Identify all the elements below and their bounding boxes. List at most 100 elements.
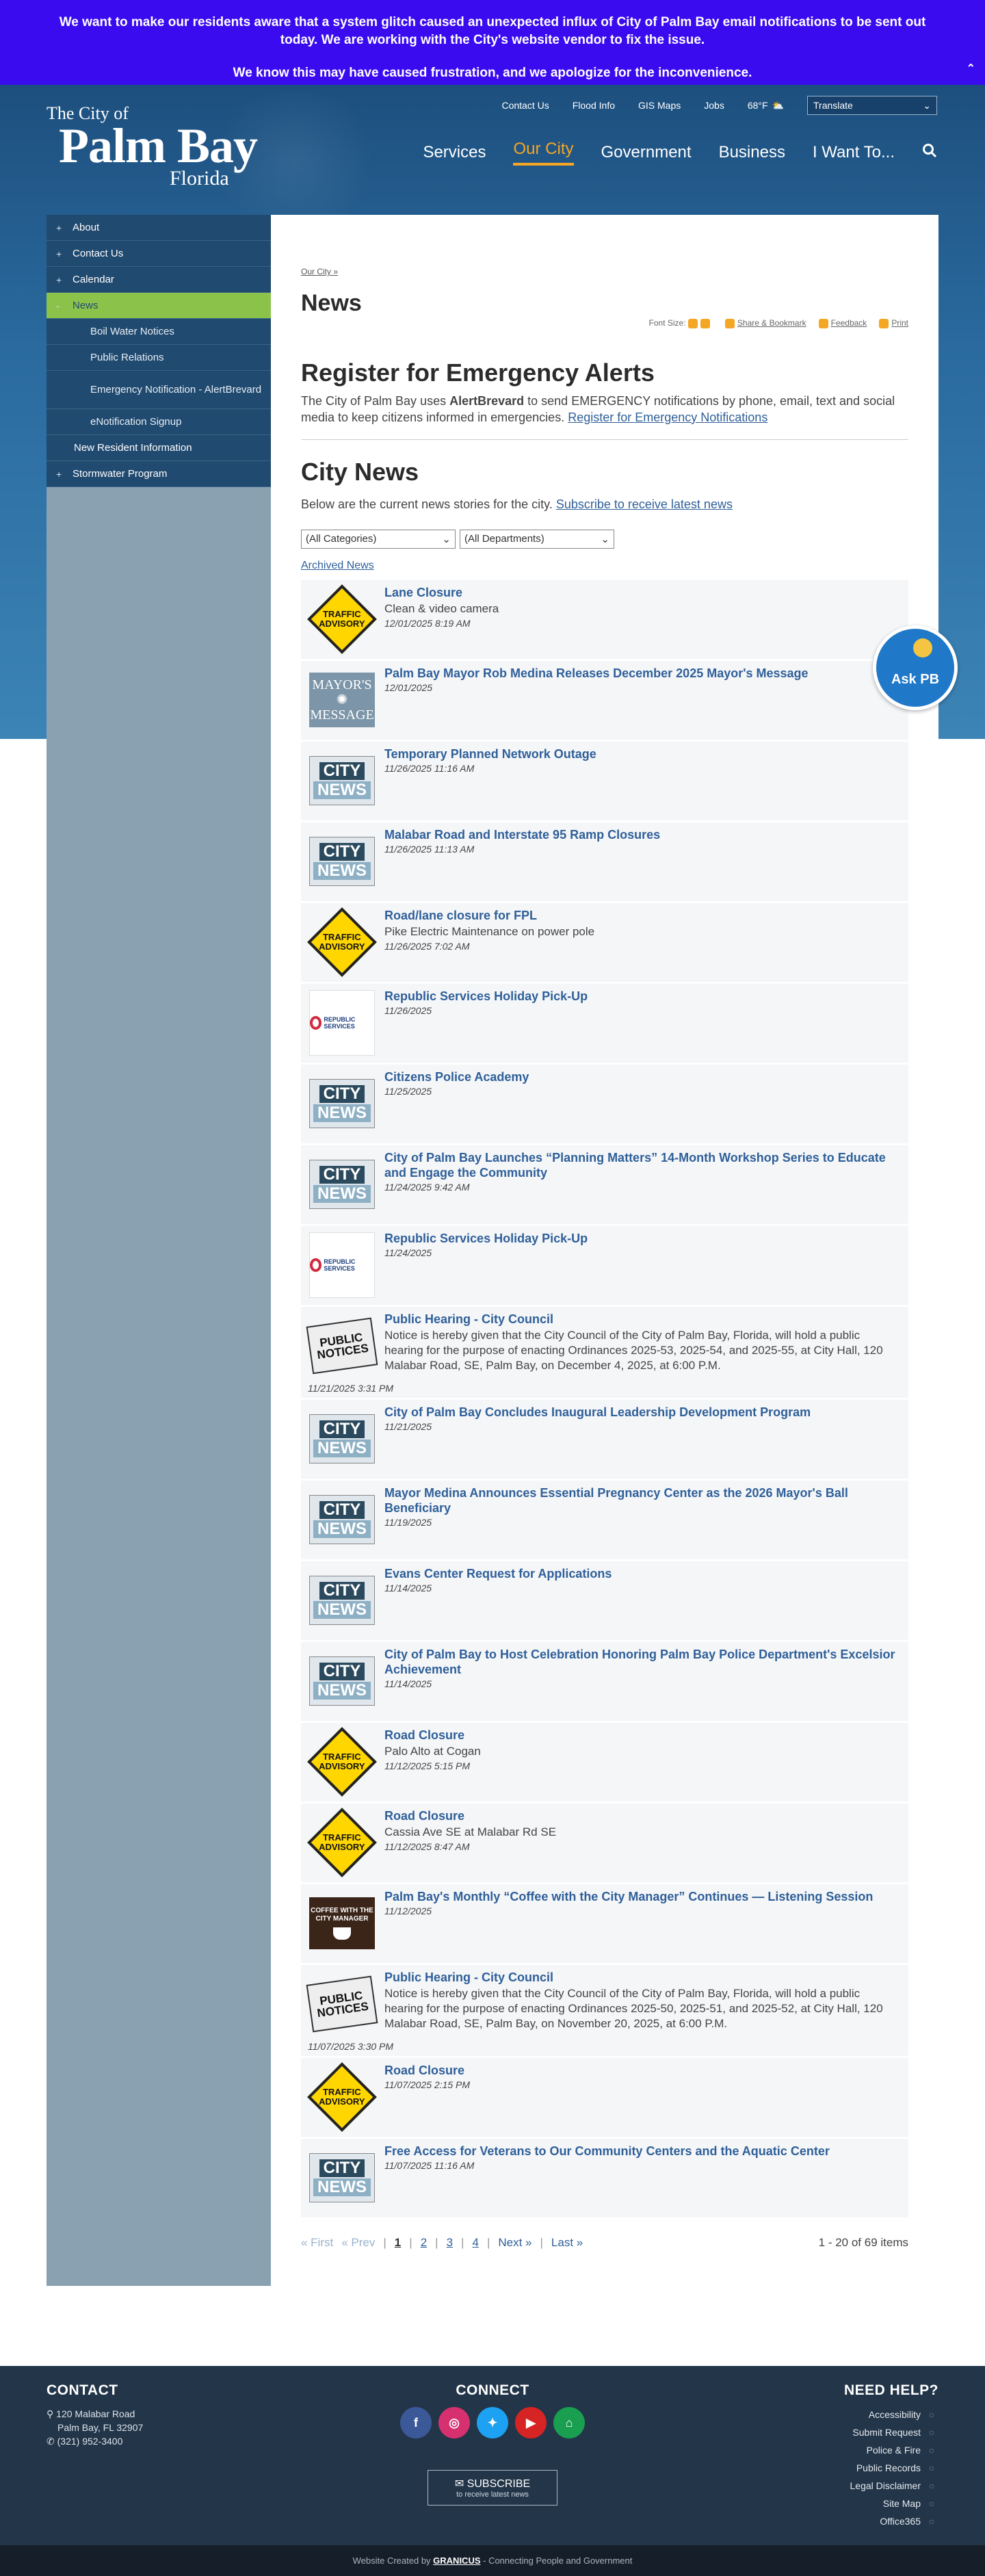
pager-last[interactable]: Last »	[551, 2236, 583, 2250]
sidebar-item-new-resident[interactable]: New Resident Information	[47, 435, 271, 461]
news-thumbnail[interactable]: CITY NEWS	[308, 1150, 376, 1219]
news-thumbnail[interactable]: CITY NEWS	[308, 1069, 376, 1138]
translate-select[interactable]: Translate ⌄	[807, 96, 937, 115]
help-link-accessibility[interactable]: Accessibility ○	[844, 2406, 938, 2423]
share-bookmark-link[interactable]: Share & Bookmark	[724, 318, 806, 328]
sidebar-item-news[interactable]: - News	[47, 293, 271, 319]
facebook-icon[interactable]: f	[400, 2407, 432, 2438]
help-link-label[interactable]: Legal Disclaimer	[850, 2480, 921, 2491]
news-thumbnail[interactable]: CITY NEWS	[308, 746, 376, 815]
nav-government[interactable]: Government	[601, 143, 692, 162]
news-item-title[interactable]: Free Access for Veterans to Our Communit…	[384, 2144, 902, 2159]
sidebar-item-about[interactable]: + About	[47, 215, 271, 241]
news-item-title[interactable]: Road Closure	[384, 1728, 902, 1743]
news-item-title[interactable]: Road Closure	[384, 2063, 902, 2078]
util-gis-maps[interactable]: GIS Maps	[638, 100, 681, 111]
nextdoor-icon[interactable]: ⌂	[553, 2407, 585, 2438]
news-item-title[interactable]: Malabar Road and Interstate 95 Ramp Clos…	[384, 827, 902, 842]
news-thumbnail[interactable]: CITY NEWS	[308, 1485, 376, 1554]
help-link-label[interactable]: Site Map	[883, 2498, 921, 2509]
expand-icon[interactable]: +	[56, 469, 73, 480]
pager-page-4[interactable]: 4	[472, 2236, 478, 2250]
category-select[interactable]: (All Categories) ⌄	[301, 529, 456, 549]
nav-services[interactable]: Services	[423, 143, 486, 162]
util-contact-us[interactable]: Contact Us	[501, 100, 549, 111]
news-item-title[interactable]: Citizens Police Academy	[384, 1069, 902, 1084]
search-icon[interactable]	[922, 143, 937, 163]
granicus-link[interactable]: GRANICUS	[433, 2555, 480, 2566]
footer-subscribe-button[interactable]: ✉ SUBSCRIBE to receive latest news	[428, 2470, 557, 2506]
pager-next[interactable]: Next »	[498, 2236, 531, 2250]
sidebar-item-emergency-notification[interactable]: Emergency Notification - AlertBrevard	[47, 371, 271, 409]
news-item-title[interactable]: Evans Center Request for Applications	[384, 1566, 902, 1581]
news-item-title[interactable]: City of Palm Bay to Host Celebration Hon…	[384, 1647, 902, 1677]
news-thumbnail[interactable]: REPUBLIC SERVICES	[308, 989, 376, 1057]
news-thumbnail[interactable]: CITY NEWS	[308, 1405, 376, 1473]
news-item-title[interactable]: City of Palm Bay Concludes Inaugural Lea…	[384, 1405, 902, 1420]
news-thumbnail[interactable]: CITY NEWS	[308, 827, 376, 896]
sidebar-item-enotification[interactable]: eNotification Signup	[47, 409, 271, 435]
sidebar-item-public-relations[interactable]: Public Relations	[47, 345, 271, 371]
feedback-link[interactable]: Feedback	[818, 318, 867, 328]
sidebar-item-contact-us[interactable]: + Contact Us	[47, 241, 271, 267]
news-thumbnail[interactable]: CITY NEWS	[308, 2144, 376, 2212]
youtube-icon[interactable]: ▶	[515, 2407, 547, 2438]
help-link-site-map[interactable]: Site Map ○	[844, 2495, 938, 2512]
news-item-title[interactable]: Palm Bay Mayor Rob Medina Releases Decem…	[384, 666, 902, 681]
pager-page-2[interactable]: 2	[421, 2236, 427, 2250]
help-link-police-fire[interactable]: Police & Fire ○	[844, 2441, 938, 2459]
help-link-submit-request[interactable]: Submit Request ○	[844, 2423, 938, 2441]
collapse-alert-icon[interactable]: ⌃	[967, 60, 975, 78]
help-link-label[interactable]: Submit Request	[852, 2427, 921, 2438]
help-link-label[interactable]: Police & Fire	[867, 2445, 921, 2456]
news-thumbnail[interactable]: TRAFFIC ADVISORY	[307, 2061, 377, 2132]
nav-i-want-to[interactable]: I Want To...	[813, 143, 895, 162]
news-item-title[interactable]: City of Palm Bay Launches “Planning Matt…	[384, 1150, 902, 1180]
breadcrumb-our-city[interactable]: Our City	[301, 267, 331, 276]
nav-our-city[interactable]: Our City	[513, 140, 574, 166]
news-thumbnail[interactable]: TRAFFIC ADVISORY	[307, 584, 377, 654]
expand-icon[interactable]: +	[56, 222, 73, 233]
news-item-title[interactable]: Republic Services Holiday Pick-Up	[384, 1231, 902, 1246]
news-thumbnail[interactable]: CITY NEWS	[308, 1647, 376, 1715]
news-thumbnail[interactable]: CITY NEWS	[308, 1566, 376, 1635]
help-link-label[interactable]: Public Records	[856, 2462, 921, 2473]
news-item-title[interactable]: Public Hearing - City Council	[384, 1312, 902, 1327]
news-thumbnail[interactable]: TRAFFIC ADVISORY	[307, 907, 377, 977]
collapse-icon[interactable]: -	[56, 300, 73, 311]
site-logo[interactable]: The City of Palm Bay Florida	[47, 104, 258, 189]
nav-business[interactable]: Business	[719, 143, 785, 162]
news-thumbnail[interactable]: PUBLIC NOTICES	[306, 1970, 378, 2038]
news-item-title[interactable]: Mayor Medina Announces Essential Pregnan…	[384, 1485, 902, 1515]
sidebar-item-calendar[interactable]: + Calendar	[47, 267, 271, 293]
news-item-title[interactable]: Road Closure	[384, 1808, 902, 1823]
print-link[interactable]: Print	[879, 318, 908, 328]
sidebar-item-boil-water[interactable]: Boil Water Notices	[47, 319, 271, 345]
footer-phone[interactable]: (321) 952-3400	[57, 2436, 123, 2447]
help-link-legal-disclaimer[interactable]: Legal Disclaimer ○	[844, 2477, 938, 2495]
help-link-label[interactable]: Accessibility	[869, 2409, 921, 2420]
news-thumbnail[interactable]: TRAFFIC ADVISORY	[307, 1807, 377, 1877]
news-item-title[interactable]: Public Hearing - City Council	[384, 1970, 902, 1985]
subscribe-news-link[interactable]: Subscribe to receive latest news	[556, 497, 733, 511]
instagram-icon[interactable]: ◎	[438, 2407, 470, 2438]
help-link-public-records[interactable]: Public Records ○	[844, 2459, 938, 2477]
register-link[interactable]: Register for Emergency Notifications	[568, 411, 767, 424]
util-jobs[interactable]: Jobs	[704, 100, 724, 111]
expand-icon[interactable]: +	[56, 248, 73, 259]
archived-news-link[interactable]: Archived News	[301, 560, 374, 572]
news-thumbnail[interactable]: PUBLIC NOTICES	[306, 1312, 378, 1380]
font-decrease-icon[interactable]	[700, 318, 710, 328]
help-link-label[interactable]: Office365	[880, 2516, 921, 2527]
ask-pb-chat-button[interactable]: Ask PB	[873, 625, 958, 710]
news-item-title[interactable]: Road/lane closure for FPL	[384, 908, 902, 923]
news-thumbnail[interactable]: REPUBLIC SERVICES	[308, 1231, 376, 1299]
news-item-title[interactable]: Lane Closure	[384, 585, 902, 600]
news-item-title[interactable]: Republic Services Holiday Pick-Up	[384, 989, 902, 1004]
news-thumbnail[interactable]: TRAFFIC ADVISORY	[307, 1726, 377, 1797]
news-thumbnail[interactable]: COFFEE WITH THE CITY MANAGER	[308, 1889, 376, 1957]
sidebar-item-stormwater[interactable]: + Stormwater Program	[47, 461, 271, 487]
news-item-title[interactable]: Temporary Planned Network Outage	[384, 746, 902, 762]
pager-page-3[interactable]: 3	[447, 2236, 453, 2250]
help-link-office365[interactable]: Office365 ○	[844, 2512, 938, 2530]
